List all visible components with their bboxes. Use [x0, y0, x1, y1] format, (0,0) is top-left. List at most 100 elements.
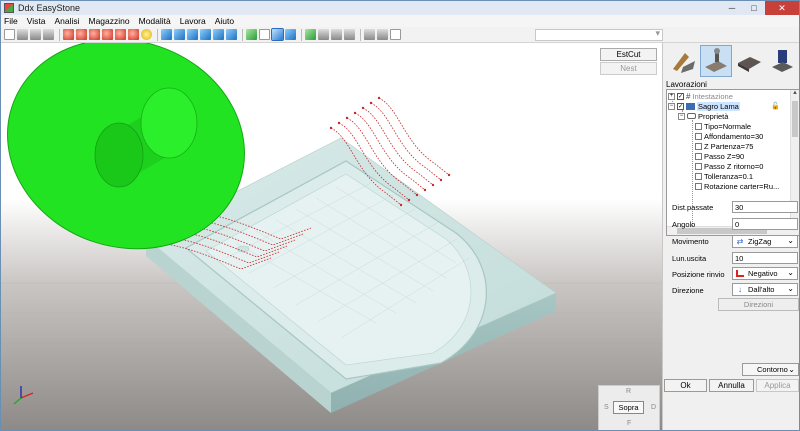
- undo-icon[interactable]: [364, 29, 375, 40]
- hidden-icon[interactable]: [285, 29, 296, 40]
- view-selector: R S Sopra D F: [598, 385, 660, 430]
- view-front-button[interactable]: F: [627, 420, 631, 427]
- menu-magazzino[interactable]: Magazzino: [89, 16, 130, 26]
- minimize-icon[interactable]: ─: [721, 1, 743, 15]
- measure-icon[interactable]: [128, 29, 139, 40]
- header-icon: #: [686, 91, 691, 101]
- tree-prop-rotazione-carter[interactable]: Rotazione carter=Ru...: [695, 181, 779, 191]
- solid-icon[interactable]: [271, 28, 284, 41]
- select-icon[interactable]: [63, 29, 74, 40]
- view-rear-button[interactable]: R: [626, 388, 631, 395]
- close-icon[interactable]: ✕: [765, 1, 799, 15]
- tool-path-icon[interactable]: [331, 29, 342, 40]
- redo-icon[interactable]: [377, 29, 388, 40]
- lavorazioni-label: Lavorazioni: [666, 80, 707, 89]
- waterjet-icon[interactable]: [766, 45, 798, 77]
- tree-item-label: Z Partenza=75: [704, 141, 754, 151]
- dist-passate-input[interactable]: 30: [732, 201, 798, 213]
- bridge-icon[interactable]: [318, 29, 329, 40]
- nest-button[interactable]: Nest: [600, 62, 657, 75]
- toolbar-separator: [242, 28, 243, 41]
- menu-modalita[interactable]: Modalità: [139, 16, 171, 26]
- ok-button[interactable]: Ok: [664, 379, 707, 392]
- chevron-down-icon: ⌄: [788, 365, 795, 374]
- zoom-window-icon[interactable]: [76, 29, 87, 40]
- checkbox-icon[interactable]: ✓: [677, 102, 684, 110]
- view-left-button[interactable]: S: [604, 404, 609, 411]
- menu-bar: File Vista Analisi Magazzino Modalità La…: [1, 15, 799, 27]
- dist-passate-label: Dist.passate: [672, 203, 714, 212]
- angolo-label: Angolo: [672, 220, 696, 229]
- view-top-button[interactable]: Sopra: [613, 401, 644, 414]
- save-icon[interactable]: [30, 29, 41, 40]
- scrollbar-thumb[interactable]: [792, 101, 798, 137]
- angolo-input[interactable]: 0: [732, 218, 798, 230]
- annulla-button[interactable]: Annulla: [709, 379, 754, 392]
- tree-item-intestazione[interactable]: + ✓ # Intestazione: [668, 91, 733, 101]
- posizione-rinvio-label: Posizione rinvio: [672, 270, 725, 279]
- menu-aiuto[interactable]: Aiuto: [215, 16, 234, 26]
- estcut-button[interactable]: EstCut: [600, 48, 657, 61]
- menu-vista[interactable]: Vista: [27, 16, 46, 26]
- tree-item-proprieta[interactable]: − Proprietà: [678, 111, 728, 121]
- tree-vertical-scrollbar[interactable]: ▲ ▼: [790, 90, 799, 235]
- contorno-select[interactable]: Contorno ⌄: [742, 363, 799, 376]
- saw-operation-icon: [686, 102, 695, 110]
- menu-analisi[interactable]: Analisi: [54, 16, 79, 26]
- tree-item-sagro-lama[interactable]: − ✓ Sagro Lama 🔓: [668, 101, 780, 111]
- direzione-select[interactable]: ↓ Dall'alto ⌄: [732, 283, 798, 296]
- tree-prop-tolleranza[interactable]: Tolleranza=0.1: [695, 171, 753, 181]
- property-icon: [695, 162, 702, 170]
- 3d-viewport[interactable]: EstCut Nest R S Sopra D F: [1, 43, 662, 430]
- lun-uscita-input[interactable]: 10: [732, 252, 798, 264]
- cut-icon[interactable]: [344, 29, 355, 40]
- toolbar: [1, 27, 799, 43]
- collapse-icon[interactable]: −: [668, 102, 675, 110]
- view-back-icon[interactable]: [213, 29, 224, 40]
- view-top-icon[interactable]: [161, 29, 172, 40]
- tree-prop-passo-z[interactable]: Passo Z=90: [695, 151, 744, 161]
- view-left-icon[interactable]: [187, 29, 198, 40]
- maximize-icon[interactable]: □: [743, 1, 765, 15]
- tree-prop-passo-z-ritorno[interactable]: Passo Z ritorno=0: [695, 161, 763, 171]
- view-front-icon[interactable]: [174, 29, 185, 40]
- saw-blade-tool-icon[interactable]: [667, 45, 699, 77]
- tree-item-label: Affondamento=30: [704, 131, 764, 141]
- view-right-icon[interactable]: [200, 29, 211, 40]
- posizione-rinvio-select[interactable]: Negativo ⌄: [732, 267, 798, 280]
- view-right-button[interactable]: D: [651, 404, 656, 411]
- expand-icon[interactable]: +: [668, 92, 675, 100]
- direzioni-button[interactable]: Direzioni: [718, 298, 799, 311]
- tree-prop-affondamento[interactable]: Affondamento=30: [695, 131, 763, 141]
- applica-button[interactable]: Applica: [756, 379, 799, 392]
- menu-file[interactable]: File: [4, 16, 18, 26]
- chevron-down-icon: ⌄: [787, 268, 794, 277]
- zoom-out-icon[interactable]: [102, 29, 113, 40]
- copy-icon[interactable]: [390, 29, 401, 40]
- property-icon: [695, 182, 702, 190]
- movimento-label: Movimento: [672, 237, 709, 246]
- zoom-in-icon[interactable]: [89, 29, 100, 40]
- milling-tool-icon[interactable]: [700, 45, 732, 77]
- stone-slab-icon[interactable]: [733, 45, 765, 77]
- machine-icon[interactable]: [305, 29, 316, 40]
- collapse-icon[interactable]: −: [678, 112, 685, 120]
- tree-prop-tipo[interactable]: Tipo=Normale: [695, 121, 751, 131]
- checkbox-icon[interactable]: ✓: [677, 92, 684, 100]
- tree-item-label: Proprietà: [698, 111, 729, 121]
- tree-prop-z-partenza[interactable]: Z Partenza=75: [695, 141, 753, 151]
- wireframe-icon[interactable]: [259, 29, 270, 40]
- view-iso-icon[interactable]: [226, 29, 237, 40]
- print-icon[interactable]: [43, 29, 54, 40]
- toolbar-combo[interactable]: [535, 28, 663, 41]
- tree-item-label: Passo Z=90: [704, 151, 745, 161]
- menu-lavora[interactable]: Lavora: [180, 16, 206, 26]
- scroll-up-icon[interactable]: ▲: [792, 90, 798, 96]
- pan-icon[interactable]: [115, 29, 126, 40]
- shade-icon[interactable]: [246, 29, 257, 40]
- new-icon[interactable]: [4, 29, 15, 40]
- open-icon[interactable]: [17, 29, 28, 40]
- lightbulb-icon[interactable]: [141, 29, 152, 40]
- operations-tree[interactable]: + ✓ # Intestazione − ✓ Sagro Lama 🔓 − Pr…: [666, 89, 799, 236]
- movimento-select[interactable]: ⇄ ZigZag ⌄: [732, 235, 798, 248]
